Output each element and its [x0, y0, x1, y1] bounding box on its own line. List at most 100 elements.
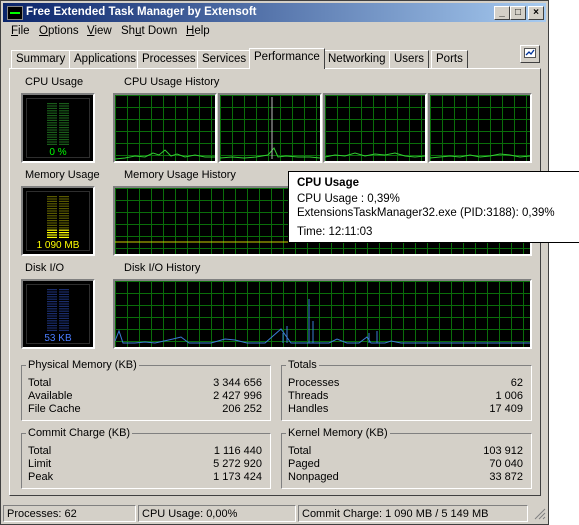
tab-performance[interactable]: Performance — [249, 48, 325, 69]
physical-memory-total-label: Total — [28, 377, 52, 389]
cpu-gauge-led — [47, 131, 57, 133]
menu-options[interactable]: Options — [39, 25, 79, 37]
cpu-history-line — [325, 152, 425, 158]
disk-gauge-led — [47, 317, 57, 319]
cpu-gauge-led — [59, 107, 69, 109]
cpu-gauge-led — [47, 119, 57, 121]
cpu-gauge-led — [47, 141, 57, 143]
memory-gauge-led — [47, 198, 57, 200]
tab-services[interactable]: Services — [197, 50, 252, 68]
commit-charge-title: Commit Charge (KB) — [26, 427, 133, 439]
memory-gauge-led — [59, 234, 69, 236]
cpu-history-graph-2 — [218, 93, 322, 163]
memory-gauge-led — [47, 227, 57, 229]
disk-gauge-led — [59, 301, 69, 303]
physical-memory-available-label: Available — [28, 390, 73, 402]
disk-gauge-led — [47, 325, 57, 327]
cpu-gauge-led — [59, 115, 69, 117]
memory-gauge-led — [47, 217, 57, 219]
memory-gauge-led — [59, 227, 69, 229]
commit-peak-value: 1 173 424 — [213, 471, 262, 483]
memory-gauge-led — [47, 229, 57, 231]
tab-summary[interactable]: Summary — [11, 50, 71, 68]
commit-limit-label: Limit — [28, 458, 52, 470]
minimize-button[interactable]: _ — [494, 6, 510, 20]
cpu-gauge-led — [47, 139, 57, 141]
monitor-settings-icon — [524, 48, 536, 58]
memory-gauge-led — [47, 210, 57, 212]
disk-gauge-led — [47, 320, 57, 322]
menu-file[interactable]: File — [11, 25, 30, 37]
memory-gauge-led — [59, 224, 69, 226]
cpu-gauge-led — [59, 136, 69, 138]
settings-button[interactable] — [520, 45, 540, 63]
disk-io-gauge: 53 KB — [21, 279, 95, 349]
totals-title: Totals — [286, 359, 319, 371]
disk-gauge-led — [47, 298, 57, 300]
memory-gauge-led — [59, 220, 69, 222]
status-processes: Processes: 62 — [3, 505, 136, 522]
cpu-gauge-led — [59, 112, 69, 114]
close-button[interactable]: × — [528, 6, 544, 20]
menu-help[interactable]: Help — [186, 25, 210, 37]
tab-networking[interactable]: Networking — [323, 50, 391, 68]
cpu-gauge-led — [59, 139, 69, 141]
cpu-usage-tooltip: CPU Usage CPU Usage : 0,39% ExtensionsTa… — [288, 171, 579, 243]
memory-gauge-led — [59, 212, 69, 214]
disk-gauge-led — [47, 313, 57, 315]
totals-processes-label: Processes — [288, 377, 340, 389]
status-commit-charge: Commit Charge: 1 090 MB / 5 149 MB — [298, 505, 528, 522]
cpu-history-line — [115, 149, 215, 160]
memory-gauge-led — [47, 224, 57, 226]
memory-usage-label: Memory Usage — [25, 169, 100, 181]
cpu-history-graph-1 — [113, 93, 217, 163]
memory-gauge-led — [59, 215, 69, 217]
cpu-gauge-led — [47, 107, 57, 109]
disk-gauge-led — [47, 305, 57, 307]
cpu-gauge-led — [47, 134, 57, 136]
cpu-gauge-led — [47, 117, 57, 119]
menu-view[interactable]: View — [87, 25, 112, 37]
tab-applications[interactable]: Applications — [69, 50, 142, 68]
disk-gauge-led — [59, 291, 69, 293]
commit-total-label: Total — [28, 445, 52, 457]
menu-shut-down[interactable]: Shut Down — [121, 25, 177, 37]
maximize-button[interactable]: □ — [510, 6, 526, 20]
disk-gauge-led — [47, 308, 57, 310]
kernel-memory-title: Kernel Memory (KB) — [286, 427, 390, 439]
cpu-gauge-led — [59, 110, 69, 112]
cpu-usage-gauge: 0 % — [21, 93, 95, 163]
kernel-paged-label: Paged — [288, 458, 320, 470]
memory-history-label: Memory Usage History — [124, 169, 236, 181]
memory-gauge-led — [59, 232, 69, 234]
memory-gauge-led — [47, 196, 57, 198]
status-cpu-usage: CPU Usage: 0,00% — [138, 505, 296, 522]
disk-gauge-led — [59, 293, 69, 295]
memory-gauge-led — [47, 215, 57, 217]
commit-total-value: 1 116 440 — [213, 445, 262, 457]
cpu-gauge-led — [59, 134, 69, 136]
cpu-history-graph-4 — [428, 93, 532, 163]
commit-charge-group: Commit Charge (KB) Total 1 116 440 Limit 5… — [21, 427, 271, 489]
disk-io-history-graph — [113, 279, 532, 349]
totals-threads-label: Threads — [288, 390, 329, 402]
disk-gauge-led — [59, 315, 69, 317]
memory-gauge-led — [47, 234, 57, 236]
tab-processes[interactable]: Processes — [137, 50, 201, 68]
cpu-history-line — [220, 147, 320, 159]
memory-gauge-led — [47, 208, 57, 210]
physical-memory-group: Physical Memory (KB) Total 3 344 656 Avai… — [21, 359, 271, 421]
title-bar[interactable]: Free Extended Task Manager by Extensoft … — [3, 3, 546, 22]
tab-users[interactable]: Users — [389, 50, 430, 68]
commit-limit-value: 5 272 920 — [213, 458, 262, 470]
cpu-gauge-led — [47, 127, 57, 129]
memory-gauge-led — [59, 196, 69, 198]
memory-gauge-led — [47, 232, 57, 234]
disk-io-label: Disk I/O — [25, 262, 65, 274]
cpu-gauge-led — [47, 112, 57, 114]
cpu-history-line — [430, 153, 530, 159]
tab-ports[interactable]: Ports — [431, 50, 468, 68]
disk-gauge-led — [59, 296, 69, 298]
resize-grip-icon[interactable] — [534, 508, 546, 520]
totals-processes-value: 62 — [510, 377, 523, 389]
